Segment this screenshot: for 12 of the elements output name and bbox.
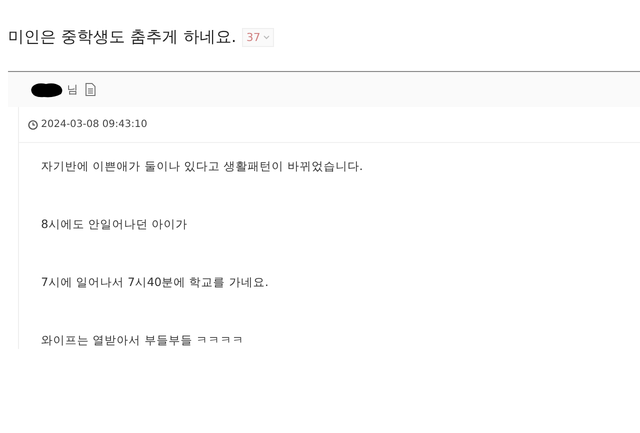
- document-icon[interactable]: [85, 83, 96, 96]
- body-paragraph: 8시에도 안일어나던 아이가: [41, 216, 189, 233]
- clock-icon: [28, 120, 38, 130]
- caret-icon: [263, 34, 270, 40]
- post-title: 미인은 중학생도 춤추게 하네요.: [8, 26, 236, 48]
- body-paragraph: 자기반에 이쁜애가 둘이나 있다고 생활패턴이 바뀌었습니다.: [41, 158, 364, 175]
- redaction-mark: [30, 82, 64, 98]
- body-paragraph: 와이프는 열받아서 부들부들 ㅋㅋㅋㅋ: [41, 332, 245, 349]
- body-paragraph: 7시에 일어나서 7시40분에 학교를 가네요.: [41, 274, 270, 291]
- post-date: 2024-03-08 09:43:10: [41, 119, 148, 130]
- comment-count[interactable]: 37: [242, 28, 274, 46]
- author-suffix: 님: [67, 82, 78, 97]
